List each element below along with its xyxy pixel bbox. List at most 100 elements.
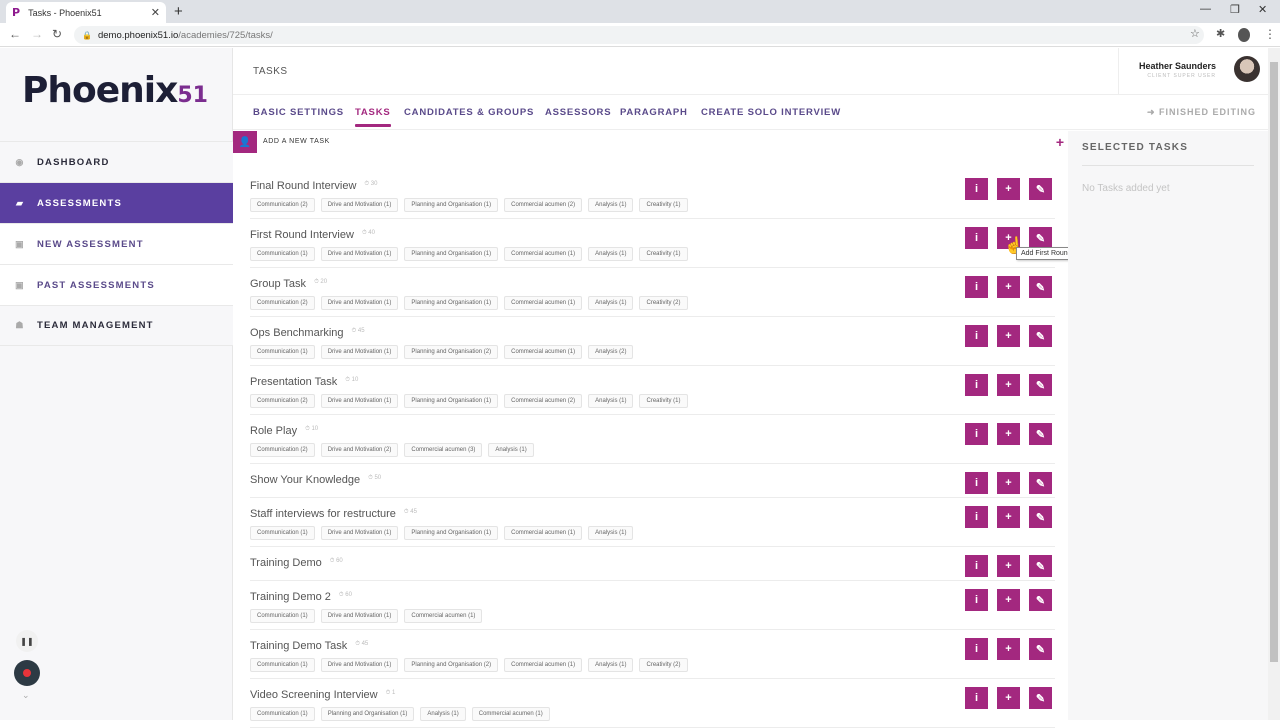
tab-basic-settings[interactable]: BASIC SETTINGS [253, 107, 344, 118]
dashboard-icon: ◉ [15, 156, 25, 167]
pause-icon[interactable]: ❚❚ [16, 630, 38, 652]
competency-chip: Analysis (1) [420, 707, 466, 721]
scrollbar-thumb[interactable] [1270, 62, 1278, 662]
info-button[interactable]: i [965, 555, 988, 577]
info-button[interactable]: i [965, 276, 988, 298]
chevron-down-icon[interactable]: ⌄ [22, 690, 40, 701]
info-button[interactable]: i [965, 506, 988, 528]
task-actions: i + ✎ [956, 325, 1052, 347]
edit-button[interactable]: ✎ [1029, 472, 1052, 494]
restore-icon[interactable]: ❐ [1230, 3, 1240, 16]
competency-chip: Drive and Motivation (1) [320, 198, 399, 212]
add-task-to-selection-button[interactable]: + [997, 423, 1020, 445]
add-task-to-selection-button[interactable]: + [997, 374, 1020, 396]
sidebar-item-label: PAST ASSESSMENTS [37, 279, 155, 291]
task-row: Training Demo ⏱ 60 i + ✎ [250, 547, 1055, 581]
edit-button[interactable]: ✎ [1029, 325, 1052, 347]
competency-chips: Communication (1) Drive and Motivation (1… [250, 526, 1055, 542]
avatar[interactable] [1234, 56, 1260, 82]
task-actions: i + ✎ [956, 374, 1052, 396]
info-button[interactable]: i [965, 638, 988, 660]
competency-chips: Communication (1) Drive and Motivation (1… [250, 345, 1055, 361]
info-button[interactable]: i [965, 374, 988, 396]
close-window-icon[interactable]: ✕ [1258, 3, 1267, 16]
edit-button[interactable]: ✎ [1029, 506, 1052, 528]
logo-text: Phoenix [22, 70, 178, 111]
edit-button[interactable]: ✎ [1029, 555, 1052, 577]
edit-button[interactable]: ✎ [1029, 589, 1052, 611]
tab-assessors[interactable]: ASSESSORS [545, 107, 611, 118]
add-task-to-selection-button[interactable]: + [997, 325, 1020, 347]
competency-chip: Commercial acumen (1) [504, 526, 583, 540]
competency-chips: Communication (2) Drive and Motivation (1… [250, 198, 1055, 214]
add-task-to-selection-button[interactable]: + [997, 472, 1020, 494]
tab-candidates-groups[interactable]: CANDIDATES & GROUPS [404, 107, 534, 118]
record-stop-button[interactable] [14, 660, 40, 686]
competency-chip: Planning and Organisation (1) [404, 296, 499, 310]
add-task-to-selection-button[interactable]: + [997, 687, 1020, 709]
info-button[interactable]: i [965, 472, 988, 494]
add-task-to-selection-button[interactable]: + [997, 178, 1020, 200]
edit-button[interactable]: ✎ [1029, 227, 1052, 249]
edit-button[interactable]: ✎ [1029, 423, 1052, 445]
info-button[interactable]: i [965, 687, 988, 709]
add-task-label[interactable]: ADD A NEW TASK [263, 138, 330, 145]
task-row: Presentation Task ⏱ 10 Communication (2) Dr… [250, 366, 1055, 415]
competency-chip: Drive and Motivation (1) [320, 247, 399, 261]
sidebar-item-past-assessments[interactable]: ▣ PAST ASSESSMENTS [0, 264, 233, 305]
competency-chip: Planning and Organisation (1) [404, 394, 499, 408]
menu-kebab-icon[interactable]: ⋮ [1264, 27, 1276, 41]
user-menu[interactable]: Heather Saunders CLIENT SUPER USER [1118, 48, 1268, 95]
edit-button[interactable]: ✎ [1029, 374, 1052, 396]
task-actions: i + ✎ [956, 555, 1052, 577]
info-button[interactable]: i [965, 589, 988, 611]
task-row: First Round Interview ⏱ 40 Communication (… [250, 219, 1055, 268]
task-duration: ⏱ 10 [305, 426, 319, 433]
tab-create-solo-interview[interactable]: CREATE SOLO INTERVIEW [701, 107, 841, 118]
back-icon[interactable]: ← [9, 27, 21, 41]
sidebar-item-new-assessment[interactable]: ▣ NEW ASSESSMENT [0, 223, 233, 264]
edit-button[interactable]: ✎ [1029, 276, 1052, 298]
edit-button[interactable]: ✎ [1029, 178, 1052, 200]
add-task-to-selection-button[interactable]: + [997, 276, 1020, 298]
edit-button[interactable]: ✎ [1029, 638, 1052, 660]
page-scrollbar[interactable] [1268, 48, 1280, 720]
extensions-icon[interactable]: ✱ [1216, 27, 1225, 40]
competency-chip: Drive and Motivation (2) [320, 443, 399, 457]
sidebar-item-team-management[interactable]: ☗ TEAM MANAGEMENT [0, 305, 233, 346]
duration-value: 50 [374, 475, 382, 482]
minimize-icon[interactable]: — [1200, 3, 1211, 15]
add-task-to-selection-button[interactable]: + [997, 638, 1020, 660]
task-duration: ⏱ 10 [345, 377, 359, 384]
info-button[interactable]: i [965, 423, 988, 445]
competency-chip: Drive and Motivation (1) [320, 526, 399, 540]
bookmark-star-icon[interactable]: ☆ [1190, 27, 1200, 40]
task-actions: i + ✎ [956, 687, 1052, 709]
sidebar-item-dashboard[interactable]: ◉ DASHBOARD [0, 141, 233, 182]
team-icon: ☗ [15, 320, 25, 330]
edit-button[interactable]: ✎ [1029, 687, 1052, 709]
info-button[interactable]: i [965, 227, 988, 249]
add-task-to-selection-button[interactable]: + [997, 589, 1020, 611]
finished-editing-button[interactable]: ➜ FINISHED EDITING [1147, 107, 1256, 118]
logo[interactable]: Phoenix51 [22, 70, 212, 120]
tab-paragraph[interactable]: PARAGRAPH [620, 107, 688, 118]
close-tab-icon[interactable]: ✕ [151, 6, 160, 19]
address-bar[interactable]: 🔒 demo.phoenix51.io/academies/725/tasks/ [74, 26, 1204, 44]
new-tab-icon[interactable]: + [174, 3, 183, 20]
add-task-to-selection-button[interactable]: + [997, 506, 1020, 528]
sidebar-item-assessments[interactable]: ▰ ASSESSMENTS [0, 182, 233, 223]
info-button[interactable]: i [965, 325, 988, 347]
add-task-to-selection-button[interactable]: + [997, 555, 1020, 577]
add-task-icon[interactable]: 👤 [233, 131, 257, 153]
url-path: /academies/725/tasks/ [178, 29, 273, 41]
info-button[interactable]: i [965, 178, 988, 200]
reload-icon[interactable]: ↻ [52, 27, 62, 41]
competency-chip: Drive and Motivation (1) [320, 609, 399, 623]
forward-icon[interactable]: → [31, 27, 43, 41]
add-plus-icon[interactable]: + [1056, 134, 1064, 150]
profile-icon[interactable] [1238, 28, 1250, 42]
tab-tasks[interactable]: TASKS [355, 107, 391, 127]
competency-chips: Communication (2) Drive and Motivation (1… [250, 394, 1055, 410]
browser-tab[interactable]: P Tasks - Phoenix51 ✕ [6, 2, 166, 23]
